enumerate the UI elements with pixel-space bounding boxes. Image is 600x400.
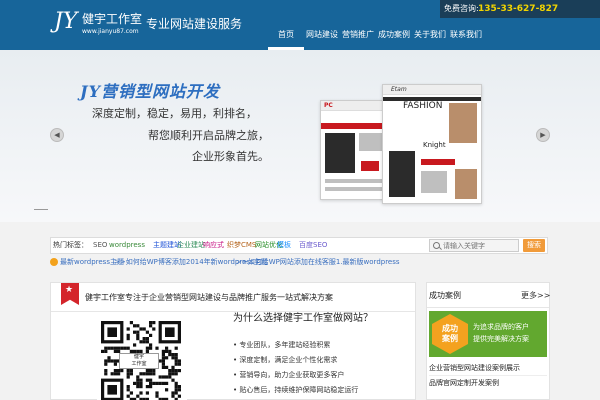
shot2-heading: FASHION <box>403 101 443 111</box>
banner-line-1: 深度定制，稳定，易用，利排名， <box>92 107 257 120</box>
search-icon <box>433 242 440 249</box>
more-link[interactable]: 更多>> <box>521 291 550 301</box>
nav-item-marketing[interactable]: 营销推广 <box>340 26 376 50</box>
case-link[interactable]: 企业营销型网站建设案例展示 <box>429 363 520 373</box>
cases-sidebar: 成功案例 更多>> 成功 案例 为追求品牌的客户 提供完美解决方案 企业营销型网… <box>426 282 550 400</box>
hot-tag-link[interactable]: SEO <box>93 240 107 251</box>
case-link[interactable]: 品牌官网定制开发案例 <box>429 378 499 388</box>
nav-item-cases[interactable]: 成功案例 <box>376 26 412 50</box>
search-button[interactable]: 搜索 <box>523 239 545 252</box>
tag-search-bar: 热门标签： SEO wordpress 主题建站 企业建站 响应式 织梦CMS 网站优化 模板… <box>50 237 548 254</box>
search-box <box>429 239 519 252</box>
intro-title: 健宇工作室专注于企业营销型网站建设与品牌推广服务一站式解决方案 <box>85 293 333 302</box>
feature-bullet: • 专业团队，多年建站经验积累 <box>233 341 331 349</box>
banner-line-3: 企业形象首先。 <box>192 150 269 163</box>
news-ticker: 最新wordpress主题 >>如何给WP博客添加2014年新wordpress… <box>50 256 548 268</box>
logo-domain: www.jianyu87.com <box>82 28 139 35</box>
banner-title: JY营销型网站开发 <box>80 82 220 101</box>
shot2-label: Etam <box>391 86 407 93</box>
hot-tag-link[interactable]: wordpress <box>109 240 145 251</box>
case-badge-icon: 成功 案例 <box>432 314 468 354</box>
website-screenshot-2: Etam FASHION Knight <box>382 84 482 204</box>
case-badge-line-1: 成功 <box>442 324 458 333</box>
site-header: JY 健宇工作室 www.jianyu87.com 专业网站建设服务 免费咨询:… <box>0 0 600 50</box>
qr-caption-line-1: 健宇 <box>133 354 144 360</box>
success-cases-banner[interactable]: 成功 案例 为追求品牌的客户 提供完美解决方案 <box>429 311 547 357</box>
logo-name: 健宇工作室 <box>82 12 143 26</box>
feature-bullet: • 深度定制，满足企业个性化需求 <box>233 356 338 364</box>
nav-item-about[interactable]: 关于我们 <box>412 26 448 50</box>
nav-item-web-building[interactable]: 网站建设 <box>304 26 340 50</box>
site-tagline: 专业网站建设服务 <box>146 17 243 31</box>
intro-subtitle: 为什么选择健宇工作室做网站？ <box>233 313 373 324</box>
intro-panel: ★ 健宇工作室专注于企业营销型网站建设与品牌推广服务一站式解决方案 健宇 工作室… <box>50 282 416 400</box>
hot-tag-link[interactable]: 百度SEO <box>299 240 327 251</box>
case-badge-text: 成功 案例 <box>432 324 468 344</box>
shot2-sub: Knight <box>423 141 446 149</box>
divider <box>427 307 549 308</box>
search-input[interactable] <box>443 241 517 251</box>
news-icon <box>50 258 58 266</box>
hot-tag-link[interactable]: 企业建站 <box>177 240 205 251</box>
nav-item-contact[interactable]: 联系我们 <box>448 26 484 50</box>
slide-indicator[interactable] <box>34 209 48 210</box>
hot-tag-link[interactable]: 织梦CMS <box>227 240 256 251</box>
hot-tag-link[interactable]: 模板 <box>277 240 291 251</box>
hotline-label: 免费咨询: <box>444 4 479 13</box>
hero-banner: JY营销型网站开发 深度定制，稳定，易用，利排名， 帮您顺利开启品牌之旅， 企业… <box>0 50 600 222</box>
sidebar-title: 成功案例 <box>429 291 461 300</box>
site-logo[interactable]: JY 健宇工作室 www.jianyu87.com <box>54 9 142 41</box>
hot-tag-link[interactable]: 响应式 <box>203 240 224 251</box>
bookmark-ribbon-icon: ★ <box>61 283 79 305</box>
star-icon: ★ <box>65 285 74 295</box>
hotline-number[interactable]: 135-33-627-827 <box>478 2 558 16</box>
logo-mark: JY <box>54 9 78 34</box>
case-banner-line-2: 提供完美解决方案 <box>473 335 529 343</box>
nav-item-home[interactable]: 首页 <box>268 26 304 50</box>
qr-caption-line-2: 工作室 <box>131 361 147 367</box>
arrow-left-icon[interactable]: ◀ <box>50 128 64 142</box>
hot-tags-label: 热门标签： <box>53 241 88 249</box>
case-banner-line-1: 为追求品牌的客户 <box>473 323 529 331</box>
news-item[interactable]: >>如何给WP网站添加在线客服1.最新版wordpress <box>236 256 400 268</box>
qr-caption: 健宇 工作室 <box>119 353 159 369</box>
arrow-right-icon[interactable]: ▶ <box>536 128 550 142</box>
hotline-box: 免费咨询: 135-33-627-827 <box>440 0 600 18</box>
shot1-label: PC <box>324 102 333 109</box>
feature-bullet: • 营销导向，助力企业获取更多客户 <box>233 371 345 379</box>
feature-bullet: • 贴心售后，持续维护保障网站稳定运行 <box>233 386 359 394</box>
case-badge-line-2: 案例 <box>442 334 458 343</box>
divider <box>429 375 547 376</box>
banner-line-2: 帮您顺利开启品牌之旅， <box>148 129 269 142</box>
